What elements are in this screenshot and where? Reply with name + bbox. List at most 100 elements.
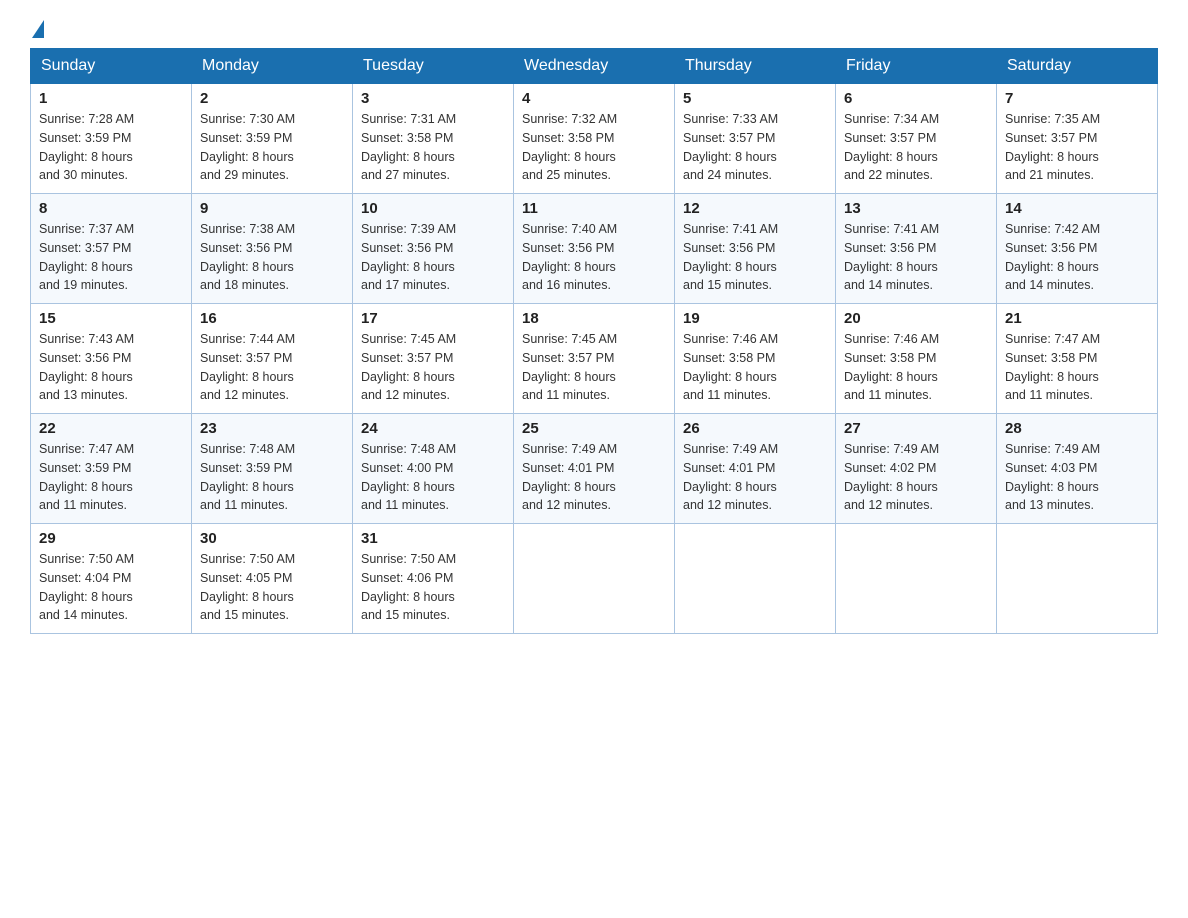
- day-info: Sunrise: 7:34 AMSunset: 3:57 PMDaylight:…: [844, 110, 988, 185]
- calendar-cell: [514, 524, 675, 634]
- day-info: Sunrise: 7:30 AMSunset: 3:59 PMDaylight:…: [200, 110, 344, 185]
- calendar-cell: 12 Sunrise: 7:41 AMSunset: 3:56 PMDayligh…: [675, 194, 836, 304]
- day-info: Sunrise: 7:41 AMSunset: 3:56 PMDaylight:…: [844, 220, 988, 295]
- calendar-cell: 25 Sunrise: 7:49 AMSunset: 4:01 PMDayligh…: [514, 414, 675, 524]
- day-info: Sunrise: 7:37 AMSunset: 3:57 PMDaylight:…: [39, 220, 183, 295]
- day-number: 18: [522, 310, 666, 327]
- day-number: 28: [1005, 420, 1149, 437]
- calendar-cell: 29 Sunrise: 7:50 AMSunset: 4:04 PMDayligh…: [31, 524, 192, 634]
- calendar-cell: 21Sunrise: 7:47 AMSunset: 3:58 PMDayligh…: [997, 304, 1158, 414]
- day-number: 5: [683, 90, 827, 107]
- calendar-cell: 8 Sunrise: 7:37 AMSunset: 3:57 PMDaylight…: [31, 194, 192, 304]
- calendar-cell: 9 Sunrise: 7:38 AMSunset: 3:56 PMDaylight…: [192, 194, 353, 304]
- day-of-week-header-friday: Friday: [836, 49, 997, 84]
- day-info: Sunrise: 7:48 AMSunset: 4:00 PMDaylight:…: [361, 440, 505, 515]
- calendar-cell: 3 Sunrise: 7:31 AMSunset: 3:58 PMDaylight…: [353, 84, 514, 194]
- calendar-cell: 2 Sunrise: 7:30 AMSunset: 3:59 PMDaylight…: [192, 84, 353, 194]
- day-of-week-header-sunday: Sunday: [31, 49, 192, 84]
- day-info: Sunrise: 7:50 AMSunset: 4:04 PMDaylight:…: [39, 550, 183, 625]
- logo: [30, 20, 46, 38]
- day-of-week-header-saturday: Saturday: [997, 49, 1158, 84]
- day-number: 27: [844, 420, 988, 437]
- day-info: Sunrise: 7:49 AMSunset: 4:01 PMDaylight:…: [522, 440, 666, 515]
- calendar-week-row: 1 Sunrise: 7:28 AMSunset: 3:59 PMDaylight…: [31, 84, 1158, 194]
- calendar-cell: 4 Sunrise: 7:32 AMSunset: 3:58 PMDaylight…: [514, 84, 675, 194]
- calendar-cell: 22 Sunrise: 7:47 AMSunset: 3:59 PMDayligh…: [31, 414, 192, 524]
- day-info: Sunrise: 7:49 AMSunset: 4:02 PMDaylight:…: [844, 440, 988, 515]
- calendar-table: SundayMondayTuesdayWednesdayThursdayFrid…: [30, 48, 1158, 634]
- day-number: 14: [1005, 200, 1149, 217]
- day-info: Sunrise: 7:50 AMSunset: 4:06 PMDaylight:…: [361, 550, 505, 625]
- day-info: Sunrise: 7:45 AMSunset: 3:57 PMDaylight:…: [361, 330, 505, 405]
- day-number: 11: [522, 200, 666, 217]
- day-number: 21: [1005, 310, 1149, 327]
- calendar-cell: 23Sunrise: 7:48 AMSunset: 3:59 PMDayligh…: [192, 414, 353, 524]
- calendar-week-row: 29 Sunrise: 7:50 AMSunset: 4:04 PMDayligh…: [31, 524, 1158, 634]
- day-number: 17: [361, 310, 505, 327]
- logo-arrow-icon: [32, 20, 44, 38]
- day-info: Sunrise: 7:48 AMSunset: 3:59 PMDaylight:…: [200, 440, 344, 515]
- day-info: Sunrise: 7:31 AMSunset: 3:58 PMDaylight:…: [361, 110, 505, 185]
- calendar-cell: [997, 524, 1158, 634]
- day-of-week-header-tuesday: Tuesday: [353, 49, 514, 84]
- calendar-cell: 26Sunrise: 7:49 AMSunset: 4:01 PMDayligh…: [675, 414, 836, 524]
- day-number: 2: [200, 90, 344, 107]
- day-info: Sunrise: 7:50 AMSunset: 4:05 PMDaylight:…: [200, 550, 344, 625]
- day-number: 16: [200, 310, 344, 327]
- calendar-cell: 31 Sunrise: 7:50 AMSunset: 4:06 PMDayligh…: [353, 524, 514, 634]
- day-number: 24: [361, 420, 505, 437]
- day-number: 9: [200, 200, 344, 217]
- day-number: 13: [844, 200, 988, 217]
- day-info: Sunrise: 7:46 AMSunset: 3:58 PMDaylight:…: [844, 330, 988, 405]
- calendar-week-row: 15Sunrise: 7:43 AMSunset: 3:56 PMDayligh…: [31, 304, 1158, 414]
- calendar-header-row: SundayMondayTuesdayWednesdayThursdayFrid…: [31, 49, 1158, 84]
- calendar-cell: 1 Sunrise: 7:28 AMSunset: 3:59 PMDaylight…: [31, 84, 192, 194]
- calendar-cell: 30Sunrise: 7:50 AMSunset: 4:05 PMDayligh…: [192, 524, 353, 634]
- day-info: Sunrise: 7:32 AMSunset: 3:58 PMDaylight:…: [522, 110, 666, 185]
- calendar-cell: [675, 524, 836, 634]
- day-info: Sunrise: 7:39 AMSunset: 3:56 PMDaylight:…: [361, 220, 505, 295]
- calendar-cell: 17 Sunrise: 7:45 AMSunset: 3:57 PMDayligh…: [353, 304, 514, 414]
- day-number: 4: [522, 90, 666, 107]
- calendar-cell: 7 Sunrise: 7:35 AMSunset: 3:57 PMDaylight…: [997, 84, 1158, 194]
- calendar-cell: 13 Sunrise: 7:41 AMSunset: 3:56 PMDayligh…: [836, 194, 997, 304]
- day-number: 25: [522, 420, 666, 437]
- day-info: Sunrise: 7:46 AMSunset: 3:58 PMDaylight:…: [683, 330, 827, 405]
- calendar-cell: 16 Sunrise: 7:44 AMSunset: 3:57 PMDayligh…: [192, 304, 353, 414]
- calendar-cell: 18 Sunrise: 7:45 AMSunset: 3:57 PMDayligh…: [514, 304, 675, 414]
- calendar-cell: 6Sunrise: 7:34 AMSunset: 3:57 PMDaylight…: [836, 84, 997, 194]
- day-info: Sunrise: 7:35 AMSunset: 3:57 PMDaylight:…: [1005, 110, 1149, 185]
- calendar-cell: 20Sunrise: 7:46 AMSunset: 3:58 PMDayligh…: [836, 304, 997, 414]
- day-info: Sunrise: 7:28 AMSunset: 3:59 PMDaylight:…: [39, 110, 183, 185]
- day-number: 15: [39, 310, 183, 327]
- day-number: 8: [39, 200, 183, 217]
- day-number: 22: [39, 420, 183, 437]
- calendar-week-row: 22 Sunrise: 7:47 AMSunset: 3:59 PMDayligh…: [31, 414, 1158, 524]
- day-info: Sunrise: 7:49 AMSunset: 4:01 PMDaylight:…: [683, 440, 827, 515]
- day-number: 10: [361, 200, 505, 217]
- day-info: Sunrise: 7:45 AMSunset: 3:57 PMDaylight:…: [522, 330, 666, 405]
- calendar-cell: 11Sunrise: 7:40 AMSunset: 3:56 PMDayligh…: [514, 194, 675, 304]
- day-info: Sunrise: 7:41 AMSunset: 3:56 PMDaylight:…: [683, 220, 827, 295]
- calendar-cell: 15Sunrise: 7:43 AMSunset: 3:56 PMDayligh…: [31, 304, 192, 414]
- calendar-cell: 5Sunrise: 7:33 AMSunset: 3:57 PMDaylight…: [675, 84, 836, 194]
- day-number: 1: [39, 90, 183, 107]
- day-info: Sunrise: 7:49 AMSunset: 4:03 PMDaylight:…: [1005, 440, 1149, 515]
- day-number: 7: [1005, 90, 1149, 107]
- day-info: Sunrise: 7:44 AMSunset: 3:57 PMDaylight:…: [200, 330, 344, 405]
- calendar-cell: 14 Sunrise: 7:42 AMSunset: 3:56 PMDayligh…: [997, 194, 1158, 304]
- calendar-cell: 19Sunrise: 7:46 AMSunset: 3:58 PMDayligh…: [675, 304, 836, 414]
- calendar-cell: 28 Sunrise: 7:49 AMSunset: 4:03 PMDayligh…: [997, 414, 1158, 524]
- day-info: Sunrise: 7:47 AMSunset: 3:59 PMDaylight:…: [39, 440, 183, 515]
- day-info: Sunrise: 7:38 AMSunset: 3:56 PMDaylight:…: [200, 220, 344, 295]
- day-number: 31: [361, 530, 505, 547]
- day-number: 29: [39, 530, 183, 547]
- day-info: Sunrise: 7:42 AMSunset: 3:56 PMDaylight:…: [1005, 220, 1149, 295]
- day-number: 3: [361, 90, 505, 107]
- calendar-cell: [836, 524, 997, 634]
- calendar-cell: 10 Sunrise: 7:39 AMSunset: 3:56 PMDayligh…: [353, 194, 514, 304]
- day-number: 12: [683, 200, 827, 217]
- day-of-week-header-wednesday: Wednesday: [514, 49, 675, 84]
- page-header: [30, 20, 1158, 38]
- day-of-week-header-monday: Monday: [192, 49, 353, 84]
